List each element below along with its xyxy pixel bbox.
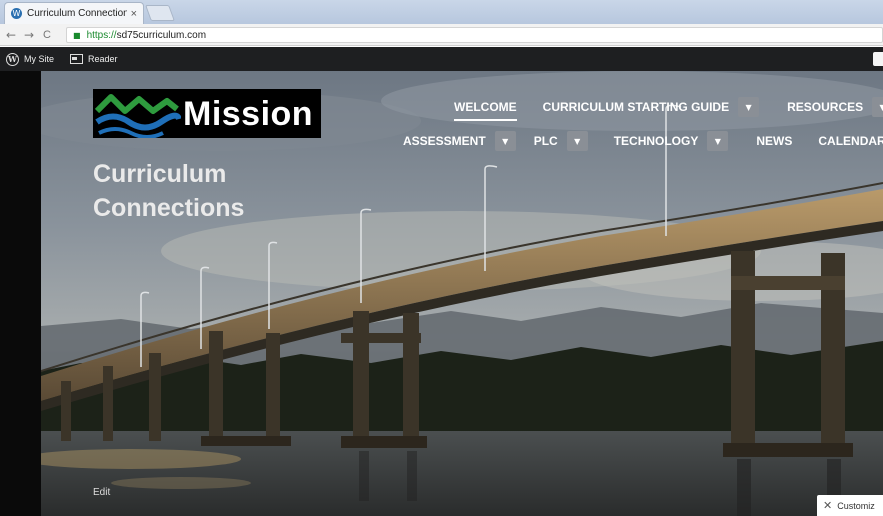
nav-label-calendar: CALENDAR — [818, 134, 883, 148]
nav-item-calendar[interactable]: CALENDAR — [818, 134, 883, 148]
mountain-wave-icon — [94, 94, 181, 138]
nav-item-news[interactable]: NEWS — [756, 134, 792, 148]
chevron-down-icon[interactable]: ▼ — [738, 97, 760, 117]
left-edge — [0, 71, 41, 516]
url-host: sd75curriculum.com — [116, 29, 207, 41]
forward-icon[interactable]: → — [22, 28, 36, 42]
nav-label-news: NEWS — [756, 134, 793, 148]
nav-label-curriculum-starting-guide: CURRICULUM STARTING GUIDE — [542, 100, 730, 114]
reload-icon[interactable]: C — [40, 29, 54, 41]
nav-item-plc[interactable]: PLC ▼ — [534, 131, 588, 151]
nav-item-curriculum-starting-guide[interactable]: CURRICULUM STARTING GUIDE ▼ — [542, 97, 760, 117]
my-site-link[interactable]: W My Site — [6, 52, 55, 66]
reader-label: Reader — [88, 54, 118, 64]
chevron-down-icon[interactable]: ▼ — [707, 131, 729, 151]
wp-admin-bar: W My Site Reader — [0, 47, 883, 71]
back-icon[interactable]: ← — [4, 28, 18, 42]
address-bar: ← → C ■ https:// sd75curriculum.com — [0, 24, 883, 46]
nav-label-welcome: WELCOME — [454, 100, 517, 121]
new-tab-button[interactable] — [145, 5, 175, 21]
chevron-down-icon[interactable]: ▼ — [494, 131, 516, 151]
primary-nav-row1: WELCOME CURRICULUM STARTING GUIDE ▼ RESO… — [454, 97, 883, 121]
hero-header: Mission Curriculum Connections WELCOME C… — [41, 71, 883, 516]
customize-label: Customiz — [837, 500, 875, 511]
primary-nav-row2: ASSESSMENT ▼ PLC ▼ TECHNOLOGY ▼ NEWS CAL… — [403, 131, 883, 151]
page: Mission Curriculum Connections WELCOME C… — [0, 71, 883, 516]
tab-title: Curriculum Connections — [27, 8, 127, 19]
wordpress-logo-icon: W — [6, 52, 19, 66]
lock-icon: ■ — [73, 30, 81, 40]
edit-link[interactable]: Edit — [93, 487, 110, 498]
nav-item-technology[interactable]: TECHNOLOGY ▼ — [614, 131, 729, 151]
chevron-down-icon[interactable]: ▼ — [872, 97, 883, 117]
nav-item-assessment[interactable]: ASSESSMENT ▼ — [403, 131, 516, 151]
chevron-down-icon[interactable]: ▼ — [566, 131, 588, 151]
reader-link[interactable]: Reader — [70, 54, 118, 64]
close-tab-icon[interactable]: × — [131, 8, 137, 20]
url-scheme: https:// — [86, 29, 117, 41]
wordpress-favicon-icon: W — [11, 8, 22, 19]
customize-button[interactable]: ✕ Customiz — [817, 495, 883, 516]
site-title[interactable]: Curriculum Connections — [93, 157, 293, 225]
reader-icon — [70, 54, 84, 64]
browser-tab[interactable]: W Curriculum Connections × — [4, 2, 144, 24]
nav-label-resources: RESOURCES — [787, 100, 864, 114]
site-logo[interactable]: Mission — [93, 89, 321, 138]
admin-bar-right-button[interactable] — [873, 52, 883, 66]
my-site-label: My Site — [24, 54, 55, 64]
site-title-line2: Connections — [93, 194, 245, 222]
logo-text: Mission — [183, 95, 314, 133]
browser-tab-bar: W Curriculum Connections × — [0, 0, 883, 24]
wrench-icon: ✕ — [823, 499, 833, 512]
nav-label-assessment: ASSESSMENT — [403, 134, 486, 148]
nav-item-welcome[interactable]: WELCOME — [454, 100, 517, 121]
url-input[interactable]: ■ https:// sd75curriculum.com — [66, 27, 883, 43]
nav-label-plc: PLC — [533, 134, 558, 148]
site-title-line1: Curriculum — [93, 160, 227, 188]
nav-item-resources[interactable]: RESOURCES ▼ — [787, 97, 883, 117]
nav-label-technology: TECHNOLOGY — [613, 134, 699, 148]
